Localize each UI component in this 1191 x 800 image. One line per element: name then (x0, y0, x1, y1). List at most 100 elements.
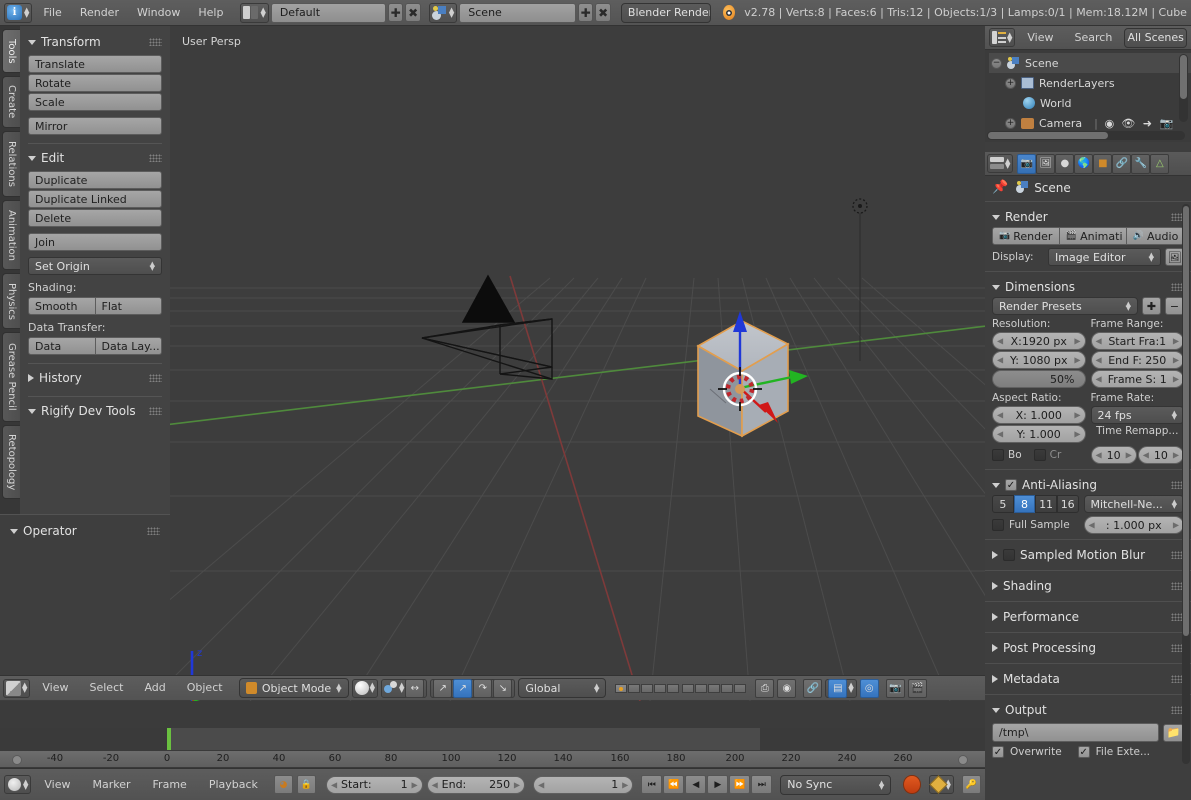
render-animation-icon[interactable]: 🎬 (907, 678, 927, 698)
restrict-select-icon[interactable]: ➜ (1140, 116, 1155, 131)
restrict-render-icon[interactable]: ◉ (1102, 116, 1117, 131)
layer-cell[interactable] (641, 683, 654, 693)
sidebar-tab-create[interactable]: Create (2, 76, 20, 128)
sidebar-tab-grease-pencil[interactable]: Grease Pencil (2, 332, 20, 422)
lock-layers-icon[interactable]: ⎙ (755, 678, 775, 698)
play-icon[interactable]: ▶ (707, 775, 729, 794)
timeline-editor-type-selector[interactable]: ▲ ▼ (4, 775, 32, 794)
layer-cell[interactable] (721, 683, 734, 693)
add-preset-button[interactable]: ✚ (1142, 297, 1161, 315)
timeline-menu-frame[interactable]: Frame (144, 775, 196, 795)
interaction-mode-selector[interactable]: Object Mode ▲ ▼ (238, 678, 349, 698)
display-mode-dropdown[interactable]: Image Editor ▲ ▼ (1048, 248, 1161, 266)
aspect-x-field[interactable]: ◀ X: 1.000 ▶ (992, 406, 1086, 424)
arrow-left-icon[interactable]: ◀ (1143, 451, 1149, 460)
output-path-field[interactable]: /tmp\ (992, 723, 1159, 742)
timeline-playhead[interactable] (167, 728, 171, 750)
motion-blur-section-header[interactable]: Sampled Motion Blur (992, 545, 1184, 565)
menu-file[interactable]: File (34, 3, 70, 23)
data-button[interactable]: Data (28, 337, 96, 355)
layer-cell[interactable] (695, 683, 708, 693)
tab-constraints[interactable]: 🔗 (1112, 153, 1132, 174)
arrow-right-icon[interactable]: ▶ (1074, 337, 1080, 346)
viewport-menu-select[interactable]: Select (81, 678, 133, 698)
sidebar-tab-animation[interactable]: Animation (2, 200, 20, 270)
scene-layers-block-1[interactable] (615, 683, 680, 693)
current-frame-field[interactable]: ◀ 1 ▶ (533, 775, 634, 794)
arrow-left-icon[interactable]: ◀ (432, 780, 438, 789)
delete-screen-button[interactable]: ✖ (405, 3, 421, 22)
antialiasing-section-header[interactable]: ✓ Anti-Aliasing (992, 475, 1184, 495)
auto-keyframe-icon[interactable]: ◕ (273, 775, 293, 794)
transform-orientation-selector[interactable]: Global ▲ ▼ (518, 678, 607, 698)
crop-checkbox[interactable] (1033, 449, 1046, 461)
layer-cell[interactable] (654, 683, 667, 693)
jump-to-start-icon[interactable]: ⏮ (641, 775, 663, 794)
arrow-left-icon[interactable]: ◀ (997, 411, 1003, 420)
play-reverse-icon[interactable]: ◀ (685, 775, 707, 794)
tab-data[interactable]: △ (1150, 153, 1170, 174)
arrow-right-icon[interactable]: ▶ (1074, 430, 1080, 439)
delete-button[interactable]: Delete (28, 209, 162, 227)
snap-element-selector[interactable]: ▤ ▲ ▼ (825, 678, 857, 698)
info-editor-type-selector[interactable]: i ▲ ▼ (4, 2, 33, 23)
folder-icon[interactable]: 📁 (1163, 723, 1184, 742)
record-icon[interactable] (903, 775, 921, 794)
rotate-button[interactable]: Rotate (28, 74, 162, 92)
arrow-left-icon[interactable]: ◀ (1096, 356, 1102, 365)
arrow-left-icon[interactable]: ◀ (997, 430, 1003, 439)
screen-layout-name[interactable]: Default (270, 2, 386, 23)
motion-blur-checkbox[interactable] (1003, 549, 1015, 561)
outliner-row-scene[interactable]: − Scene (989, 53, 1191, 73)
render-preview-icon[interactable]: ◉ (777, 678, 797, 698)
properties-scrollbar[interactable] (1182, 204, 1190, 764)
overwrite-checkbox[interactable]: ✓ (992, 746, 1004, 758)
arrow-right-icon[interactable]: ▶ (1074, 411, 1080, 420)
scene-name-field[interactable]: Scene (459, 2, 576, 23)
shading-section-header[interactable]: Shading (992, 576, 1184, 596)
scene-selector-icon-group[interactable]: ▲ ▼ (428, 2, 458, 23)
properties-editor-type-selector[interactable]: ▲ ▼ (987, 154, 1014, 173)
arrow-right-icon[interactable]: ▶ (514, 780, 520, 789)
tab-render[interactable]: 📷 (1017, 153, 1037, 174)
flat-button[interactable]: Flat (95, 297, 162, 315)
end-frame-field[interactable]: ◀ End: 250 ▶ (426, 775, 526, 794)
resolution-percentage-slider[interactable]: 50% (992, 370, 1086, 388)
data-layers-button[interactable]: Data Lay... (95, 337, 162, 355)
full-sample-checkbox[interactable] (992, 519, 1004, 531)
tab-render-layers[interactable]: 🖼 (1036, 153, 1056, 174)
arrow-left-icon[interactable]: ◀ (538, 780, 544, 789)
extra-manipulator-icon[interactable]: ↘ (493, 678, 513, 698)
menu-window[interactable]: Window (128, 3, 189, 23)
render-audio-button[interactable]: 🔊 Audio (1126, 227, 1185, 245)
tab-object[interactable]: ■ (1093, 153, 1113, 174)
duplicate-linked-button[interactable]: Duplicate Linked (28, 190, 162, 208)
layer-cell[interactable] (734, 683, 747, 693)
layer-cell[interactable] (667, 683, 680, 693)
proportional-editing-icon[interactable]: ◎ (859, 678, 879, 698)
arrow-left-icon[interactable]: ◀ (331, 780, 337, 789)
aa-samples-5[interactable]: 5 (992, 495, 1014, 513)
keyframe-type-selector[interactable]: ▲ ▼ (928, 775, 954, 794)
render-animation-button[interactable]: 🎬 Animati (1059, 227, 1127, 245)
tab-modifiers[interactable]: 🔧 (1131, 153, 1151, 174)
layer-cell[interactable] (628, 683, 641, 693)
aspect-y-field[interactable]: ◀ Y: 1.000 ▶ (992, 425, 1086, 443)
3d-viewport[interactable]: z y x User Persp (1) Cube (170, 26, 985, 701)
arrow-right-icon[interactable]: ▶ (1173, 521, 1179, 530)
edit-section-header[interactable]: Edit (28, 148, 162, 168)
timeline-menu-playback[interactable]: Playback (200, 775, 267, 795)
timeline-menu-marker[interactable]: Marker (84, 775, 140, 795)
aa-samples-16[interactable]: 16 (1056, 495, 1079, 513)
resolution-x-field[interactable]: ◀ X:1920 px ▶ (992, 332, 1086, 350)
smooth-button[interactable]: Smooth (28, 297, 96, 315)
operator-section-header[interactable]: Operator (10, 521, 160, 541)
timeline-canvas[interactable] (0, 728, 985, 750)
time-remap-old-field[interactable]: ◀ 10 ▶ (1090, 446, 1137, 464)
camera-data-icon[interactable]: 📷 (1159, 116, 1174, 131)
arrow-right-icon[interactable]: ▶ (1126, 451, 1132, 460)
file-extensions-checkbox[interactable]: ✓ (1077, 746, 1090, 758)
metadata-section-header[interactable]: Metadata (992, 669, 1184, 689)
lock-icon[interactable]: 🔒 (296, 775, 317, 794)
arrow-left-icon[interactable]: ◀ (997, 356, 1003, 365)
